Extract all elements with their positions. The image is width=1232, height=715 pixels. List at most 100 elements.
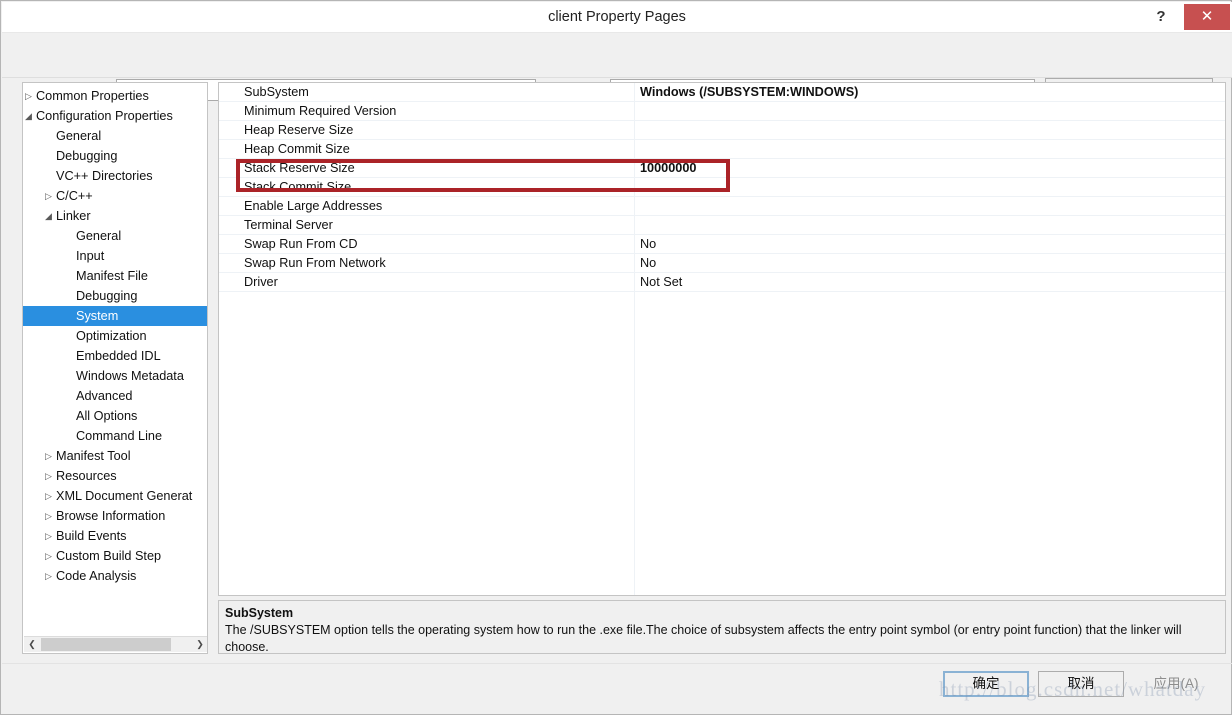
property-row[interactable]: Terminal Server xyxy=(219,216,1225,235)
property-name: Stack Reserve Size xyxy=(244,161,355,175)
chevron-right-icon[interactable]: ▷ xyxy=(43,526,54,546)
property-name: Heap Reserve Size xyxy=(244,123,354,137)
tree-item-command-line[interactable]: Command Line xyxy=(23,426,207,446)
ok-button[interactable]: 确定 xyxy=(943,671,1029,697)
tree-item-general[interactable]: General xyxy=(23,226,207,246)
tree-item-xml-document-generat[interactable]: ▷ XML Document Generat xyxy=(23,486,207,506)
property-name: Enable Large Addresses xyxy=(244,199,383,213)
tree-item-custom-build-step[interactable]: ▷ Custom Build Step xyxy=(23,546,207,566)
chevron-right-icon[interactable]: ▷ xyxy=(43,566,54,586)
tree-item-manifest-tool[interactable]: ▷ Manifest Tool xyxy=(23,446,207,466)
tree-item-linker[interactable]: ◢ Linker xyxy=(23,206,207,226)
tree-item-label: Browse Information xyxy=(56,509,166,523)
property-name: Swap Run From Network xyxy=(244,256,386,270)
property-value[interactable]: 10000000 xyxy=(640,159,696,177)
chevron-right-icon[interactable]: ▷ xyxy=(43,546,54,566)
property-grid[interactable]: SubSystem Windows (/SUBSYSTEM:WINDOWS) Min… xyxy=(218,82,1226,596)
chevron-right-icon[interactable]: ▷ xyxy=(43,466,54,486)
property-row[interactable]: Stack Commit Size xyxy=(219,178,1225,197)
property-value[interactable]: Not Set xyxy=(640,273,682,291)
chevron-down-icon[interactable]: ◢ xyxy=(43,206,54,226)
tree-item-embedded-idl[interactable]: Embedded IDL xyxy=(23,346,207,366)
description-text: The /SUBSYSTEM option tells the operatin… xyxy=(225,623,1182,654)
tree-item-label: Debugging xyxy=(76,289,138,303)
scroll-left-icon[interactable]: ❮ xyxy=(24,637,40,652)
tree-item-label: XML Document Generat xyxy=(56,489,193,503)
property-row[interactable]: SubSystem Windows (/SUBSYSTEM:WINDOWS) xyxy=(219,83,1225,102)
tree-item-label: Common Properties xyxy=(36,89,149,103)
tree-item-windows-metadata[interactable]: Windows Metadata xyxy=(23,366,207,386)
tree-item-label: Manifest File xyxy=(76,269,148,283)
property-row[interactable]: Heap Commit Size xyxy=(219,140,1225,159)
tree-horizontal-scrollbar[interactable]: ❮ ❯ xyxy=(24,636,207,652)
tree-item-advanced[interactable]: Advanced xyxy=(23,386,207,406)
tree-item-label: Manifest Tool xyxy=(56,449,131,463)
tree-item-label: Input xyxy=(76,249,105,263)
chevron-right-icon[interactable]: ▷ xyxy=(43,186,54,206)
property-value[interactable]: No xyxy=(640,235,656,253)
property-value[interactable]: Windows (/SUBSYSTEM:WINDOWS) xyxy=(640,83,858,101)
apply-label: 应用(A) xyxy=(1153,676,1199,691)
chevron-down-icon[interactable]: ◢ xyxy=(23,106,34,126)
tree-item-configuration-properties[interactable]: ◢ Configuration Properties xyxy=(23,106,207,126)
tree-item-label: Advanced xyxy=(76,389,133,403)
property-row[interactable]: Minimum Required Version xyxy=(219,102,1225,121)
tree-item-label: Linker xyxy=(56,209,91,223)
tree-item-build-events[interactable]: ▷ Build Events xyxy=(23,526,207,546)
tree-item-general[interactable]: General xyxy=(23,126,207,146)
tree-item-label: Resources xyxy=(56,469,117,483)
tree-item-label: General xyxy=(56,129,102,143)
tree-item-label: System xyxy=(76,309,119,323)
tree-item-debugging[interactable]: Debugging xyxy=(23,146,207,166)
configuration-toolbar: Configuration: Active(Debug) ∨ Platform:… xyxy=(2,33,1232,102)
tree-item-code-analysis[interactable]: ▷ Code Analysis xyxy=(23,566,207,586)
description-panel: SubSystem The /SUBSYSTEM option tells th… xyxy=(218,600,1226,654)
chevron-right-icon[interactable]: ▷ xyxy=(23,86,34,106)
tree-item-common-properties[interactable]: ▷ Common Properties xyxy=(23,86,207,106)
tree-item-label: Optimization xyxy=(76,329,147,343)
tree-item-optimization[interactable]: Optimization xyxy=(23,326,207,346)
property-row[interactable]: Swap Run From Network No xyxy=(219,254,1225,273)
tree-item-resources[interactable]: ▷ Resources xyxy=(23,466,207,486)
chevron-right-icon[interactable]: ▷ xyxy=(43,486,54,506)
tree-item-label: Configuration Properties xyxy=(36,109,173,123)
scroll-right-icon[interactable]: ❯ xyxy=(192,637,207,652)
property-row[interactable]: Driver Not Set xyxy=(219,273,1225,292)
chevron-right-icon[interactable]: ▷ xyxy=(43,446,54,466)
tree-item-input[interactable]: Input xyxy=(23,246,207,266)
property-pages-dialog: client Property Pages ? ✕ Configuration:… xyxy=(0,0,1232,715)
title-bar: client Property Pages ? ✕ xyxy=(2,2,1232,33)
tree-item-vc-directories[interactable]: VC++ Directories xyxy=(23,166,207,186)
property-name: Stack Commit Size xyxy=(244,180,352,194)
property-name: Terminal Server xyxy=(244,218,333,232)
tree-item-label: Build Events xyxy=(56,529,127,543)
property-row[interactable]: Stack Reserve Size 10000000 xyxy=(219,159,1225,178)
tree-item-label: Embedded IDL xyxy=(76,349,161,363)
property-name: Heap Commit Size xyxy=(244,142,350,156)
property-name: SubSystem xyxy=(244,85,309,99)
tree-item-c-c[interactable]: ▷ C/C++ xyxy=(23,186,207,206)
tree-item-browse-information[interactable]: ▷ Browse Information xyxy=(23,506,207,526)
scrollbar-thumb[interactable] xyxy=(41,638,171,651)
property-name: Swap Run From CD xyxy=(244,237,358,251)
tree-item-label: Command Line xyxy=(76,429,163,443)
property-row[interactable]: Heap Reserve Size xyxy=(219,121,1225,140)
property-value[interactable]: No xyxy=(640,254,656,272)
property-name: Minimum Required Version xyxy=(244,104,397,118)
apply-button: 应用(A) xyxy=(1133,671,1219,697)
close-icon[interactable]: ✕ xyxy=(1184,4,1230,30)
properties-tree[interactable]: ▷ Common Properties ◢ Configuration Propert… xyxy=(22,82,208,654)
tree-item-system[interactable]: System xyxy=(23,306,207,326)
property-row[interactable]: Swap Run From CD No xyxy=(219,235,1225,254)
property-name: Driver xyxy=(244,275,278,289)
cancel-button[interactable]: 取消 xyxy=(1038,671,1124,697)
tree-item-manifest-file[interactable]: Manifest File xyxy=(23,266,207,286)
property-row[interactable]: Enable Large Addresses xyxy=(219,197,1225,216)
tree-item-label: Windows Metadata xyxy=(76,369,184,383)
tree-item-debugging[interactable]: Debugging xyxy=(23,286,207,306)
help-icon[interactable]: ? xyxy=(1148,2,1174,32)
tree-item-label: All Options xyxy=(76,409,138,423)
chevron-right-icon[interactable]: ▷ xyxy=(43,506,54,526)
description-title: SubSystem xyxy=(225,606,294,620)
tree-item-all-options[interactable]: All Options xyxy=(23,406,207,426)
